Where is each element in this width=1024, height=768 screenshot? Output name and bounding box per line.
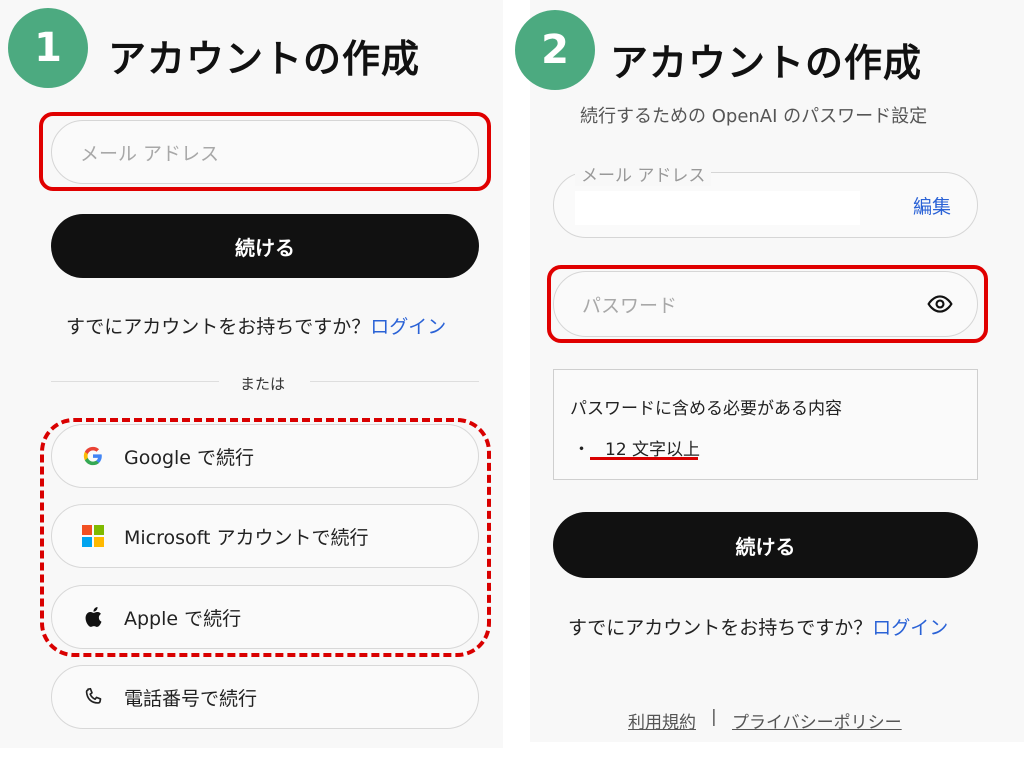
continue-button[interactable]: 続ける	[553, 512, 978, 578]
requirement-bullet: ・	[573, 440, 590, 460]
social-highlight-box	[40, 418, 491, 657]
login-prompt: すでにアカウントをお持ちですか？ログイン	[568, 613, 948, 640]
page-title: アカウントの作成	[108, 37, 421, 81]
phone-label: 電話番号で続行	[124, 687, 258, 710]
privacy-link[interactable]: プライバシーポリシー	[732, 708, 902, 733]
continue-button[interactable]: 続ける	[51, 214, 479, 278]
step-badge-2: 2	[515, 10, 595, 90]
terms-link[interactable]: 利用規約	[628, 708, 696, 733]
divider-line-right	[310, 381, 479, 382]
login-link[interactable]: ログイン	[370, 316, 446, 338]
panel-password-step: 2 アカウントの作成 続行するための OpenAI のパスワード設定 メール ア…	[515, 0, 1024, 742]
email-highlight-box	[39, 112, 491, 191]
divider-line-left	[51, 381, 219, 382]
divider-text: または	[240, 375, 286, 393]
have-account-text: すでにアカウントをお持ちですか？	[568, 617, 873, 639]
panel-email-step: 1 アカウントの作成 メール アドレス 続ける すでにアカウントをお持ちですか？…	[0, 0, 503, 748]
requirements-title: パスワードに含める必要がある内容	[570, 399, 842, 419]
footer-separator: |	[711, 707, 717, 727]
requirement-underline	[590, 457, 698, 460]
phone-icon	[82, 686, 104, 708]
edit-email-link[interactable]: 編集	[913, 192, 951, 219]
login-prompt: すでにアカウントをお持ちですか？ログイン	[66, 312, 446, 339]
page-title: アカウントの作成	[610, 41, 923, 85]
email-floating-label: メール アドレス	[575, 161, 712, 186]
login-link[interactable]: ログイン	[872, 617, 948, 639]
password-requirements-box	[553, 369, 978, 480]
have-account-text: すでにアカウントをお持ちですか？	[66, 316, 371, 338]
step-badge-1: 1	[8, 8, 88, 88]
phone-button[interactable]: 電話番号で続行	[51, 665, 479, 729]
password-highlight-box	[547, 265, 988, 343]
subtitle: 続行するための OpenAI のパスワード設定	[580, 106, 928, 127]
email-value-redacted	[575, 191, 860, 225]
